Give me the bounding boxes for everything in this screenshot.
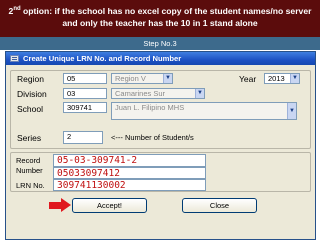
school-code-field[interactable]: 309741 (63, 102, 107, 113)
window-titlebar[interactable]: Create Unique LRN No. and Record Number (6, 52, 315, 65)
region-label: Region (17, 74, 44, 84)
region-code-field[interactable]: 05 (63, 73, 107, 84)
series-hint: <--- Number of Student/s (111, 133, 194, 142)
lrn-dialog-window: Create Unique LRN No. and Record Number … (5, 51, 316, 240)
region-select[interactable]: Region V ▼ (111, 73, 173, 84)
record-number-label-line2: Number (16, 166, 43, 175)
pointer-arrow-icon (61, 198, 71, 212)
division-code-field[interactable]: 03 (63, 88, 107, 99)
app-icon (10, 55, 19, 62)
chevron-down-icon[interactable]: ▼ (195, 89, 204, 98)
series-field[interactable]: 2 (63, 131, 103, 144)
record-number-field-formatted[interactable]: 05-03-309741-2 (53, 154, 206, 167)
record-number-label-line1: Record (16, 156, 41, 165)
year-label: Year (239, 74, 257, 84)
instruction-banner: 2nd option: if the school has no excel c… (0, 0, 320, 37)
division-select-value: Camarines Sur (115, 89, 166, 98)
school-label: School (17, 104, 43, 114)
lrn-field[interactable]: 309741130002 (53, 179, 206, 191)
close-button[interactable]: Close (182, 198, 257, 213)
year-select[interactable]: 2013 ▼ (264, 73, 300, 84)
accept-button[interactable]: Accept! (72, 198, 147, 213)
pointer-arrow-shaft (49, 202, 61, 209)
school-select-value: Juan L. Filipino MHS (115, 103, 185, 112)
chevron-down-icon[interactable]: ▼ (290, 74, 299, 83)
input-group: Region 05 Region V ▼ Year 2013 ▼ Divisio… (10, 70, 311, 149)
division-select[interactable]: Camarines Sur ▼ (111, 88, 205, 99)
step-label: Step No.3 (0, 37, 320, 50)
series-label: Series (17, 133, 42, 143)
record-number-field-plain[interactable]: 05033097412 (53, 167, 206, 179)
division-label: Division (17, 89, 47, 99)
lrn-label: LRN No. (16, 181, 45, 190)
output-group: Record Number 05-03-309741-2 05033097412… (10, 152, 311, 192)
window-title: Create Unique LRN No. and Record Number (23, 54, 182, 63)
banner-line-2: and only the teacher has the 10 in 1 sta… (62, 18, 258, 29)
chevron-down-icon[interactable]: ▼ (287, 103, 296, 119)
region-select-value: Region V (115, 74, 146, 83)
chevron-down-icon[interactable]: ▼ (163, 74, 172, 83)
banner-line-1: 2nd option: if the school has no excel c… (8, 5, 312, 16)
school-select[interactable]: Juan L. Filipino MHS ▼ (111, 102, 297, 120)
year-select-value: 2013 (268, 74, 285, 83)
